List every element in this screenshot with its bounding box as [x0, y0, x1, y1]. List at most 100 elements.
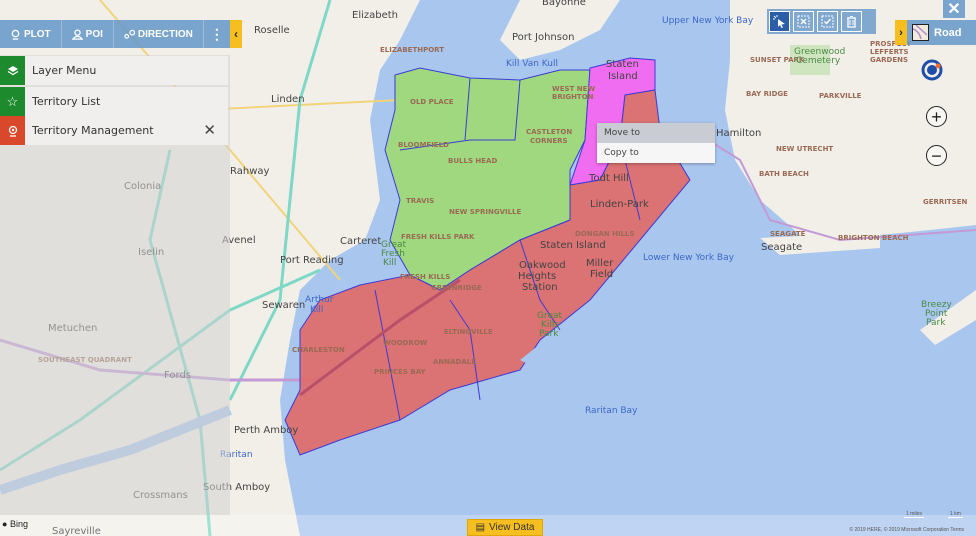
svg-text:FRESH KILLS: FRESH KILLS: [400, 273, 450, 281]
svg-text:ELIZABETHPORT: ELIZABETHPORT: [380, 46, 444, 54]
menu-item-territory-management[interactable]: Territory Management ✕: [0, 116, 228, 145]
svg-text:Port Johnson: Port Johnson: [512, 32, 574, 43]
chevron-right-icon: ›: [899, 26, 903, 39]
close-map-button[interactable]: ✕: [943, 0, 965, 18]
svg-text:Miller: Miller: [586, 258, 614, 269]
svg-text:SEAGATE: SEAGATE: [770, 230, 806, 238]
copyright-text[interactable]: © 2019 HERE, © 2019 Microsoft Corporatio…: [849, 527, 964, 533]
svg-text:BRIGHTON: BRIGHTON: [552, 93, 594, 101]
menu-label: Territory Management: [32, 124, 154, 137]
land-bayonne: [500, 0, 620, 60]
svg-text:Park: Park: [926, 318, 946, 328]
svg-text:PARKVILLE: PARKVILLE: [819, 92, 862, 100]
svg-text:Kill Van Kull: Kill Van Kull: [506, 59, 558, 69]
plot-button[interactable]: PLOT: [0, 20, 62, 48]
locate-globe-icon[interactable]: [921, 57, 945, 81]
scale-miles: 1 miles: [904, 511, 924, 518]
zoom-out-button[interactable]: −: [926, 145, 947, 166]
svg-text:Field: Field: [590, 269, 613, 280]
svg-text:NEW UTRECHT: NEW UTRECHT: [776, 145, 833, 153]
context-menu: Move to Copy to: [597, 123, 715, 163]
svg-text:ELTINGVILLE: ELTINGVILLE: [444, 328, 493, 336]
select-pointer-icon: [773, 15, 785, 28]
top-toolbar: PLOT POI DIRECTION ⋮: [0, 20, 230, 48]
poi-label: POI: [85, 28, 103, 40]
svg-text:FRESH KILLS PARK: FRESH KILLS PARK: [401, 233, 475, 241]
select-pointer-button[interactable]: [769, 11, 790, 32]
delete-button[interactable]: [841, 11, 862, 32]
menu-item-layer-menu[interactable]: Layer Menu: [0, 56, 228, 85]
minus-icon: −: [931, 145, 942, 166]
road-style-label: Road: [934, 26, 962, 39]
svg-text:Kill: Kill: [383, 258, 396, 268]
svg-text:Cemetery: Cemetery: [796, 56, 841, 66]
bing-logo: ● Bing: [2, 519, 28, 529]
svg-text:Arthur: Arthur: [305, 295, 334, 305]
poi-button[interactable]: POI: [62, 20, 114, 48]
svg-text:CHARLESTON: CHARLESTON: [292, 346, 345, 354]
close-icon[interactable]: ✕: [203, 121, 216, 139]
svg-text:Port Reading: Port Reading: [280, 255, 344, 266]
svg-text:GERRITSEN: GERRITSEN: [923, 198, 968, 206]
svg-text:Kill: Kill: [310, 305, 323, 315]
table-icon: ▤: [475, 522, 486, 533]
svg-text:Oakwood: Oakwood: [519, 260, 566, 271]
svg-text:Linden-Park: Linden-Park: [590, 199, 649, 210]
svg-text:PRINCES BAY: PRINCES BAY: [374, 368, 426, 376]
direction-label: DIRECTION: [137, 28, 193, 40]
route-icon: [124, 29, 135, 39]
map-style-control: › Road: [895, 20, 976, 45]
pin-icon: [11, 29, 20, 40]
svg-text:CORNERS: CORNERS: [530, 137, 568, 145]
context-menu-move-to[interactable]: Move to: [597, 123, 715, 143]
context-menu-copy-to[interactable]: Copy to: [597, 143, 715, 163]
road-style-button[interactable]: Road: [907, 20, 976, 45]
svg-text:Linden: Linden: [271, 94, 305, 105]
direction-button[interactable]: DIRECTION: [114, 20, 204, 48]
svg-text:Sewaren: Sewaren: [262, 300, 305, 311]
svg-text:Station: Station: [522, 282, 558, 293]
confirm-selection-button[interactable]: [817, 11, 838, 32]
person-pin-icon: [71, 28, 83, 40]
svg-text:Elizabeth: Elizabeth: [352, 10, 398, 21]
svg-text:Carteret: Carteret: [340, 236, 381, 247]
menu-item-territory-list[interactable]: ☆ Territory List: [0, 87, 228, 116]
clear-selection-button[interactable]: [793, 11, 814, 32]
bing-label: Bing: [9, 519, 28, 529]
expand-map-style-button[interactable]: ›: [895, 20, 907, 45]
svg-text:BRIGHTON BEACH: BRIGHTON BEACH: [838, 234, 909, 242]
svg-text:Lower New York Bay: Lower New York Bay: [643, 253, 735, 263]
svg-text:Park: Park: [539, 329, 559, 339]
svg-text:BULLS HEAD: BULLS HEAD: [448, 157, 497, 165]
collapse-panel-button[interactable]: ‹: [230, 20, 242, 48]
svg-text:Raritan Bay: Raritan Bay: [585, 406, 638, 416]
svg-text:Roselle: Roselle: [254, 25, 290, 36]
menu-label: Territory List: [32, 95, 101, 108]
confirm-selection-icon: [821, 15, 834, 28]
delete-icon: [847, 16, 856, 28]
view-data-button[interactable]: ▤ View Data: [467, 519, 543, 536]
more-options-button[interactable]: ⋮: [204, 26, 230, 43]
svg-text:Rahway: Rahway: [230, 166, 270, 177]
svg-text:Staten Island: Staten Island: [540, 240, 606, 251]
svg-text:ANNADALE: ANNADALE: [433, 358, 476, 366]
svg-text:Perth Amboy: Perth Amboy: [234, 425, 298, 436]
road-map-thumbnail-icon: [912, 24, 929, 41]
svg-text:Bayonne: Bayonne: [542, 0, 586, 8]
svg-text:Todt Hill: Todt Hill: [588, 173, 629, 184]
clear-selection-icon: [797, 15, 810, 28]
svg-text:CASTLETON: CASTLETON: [526, 128, 572, 136]
scale-km: 1 km: [948, 511, 963, 518]
plot-label: PLOT: [24, 28, 51, 40]
zoom-in-button[interactable]: +: [926, 106, 947, 127]
svg-text:DONGAN HILLS: DONGAN HILLS: [575, 230, 635, 238]
svg-text:GREENRIDGE: GREENRIDGE: [431, 284, 482, 292]
svg-text:LEFFERTS: LEFFERTS: [870, 48, 908, 56]
svg-text:OLD PLACE: OLD PLACE: [410, 98, 454, 106]
svg-text:BLOOMFIELD: BLOOMFIELD: [398, 141, 449, 149]
svg-text:GARDENS: GARDENS: [870, 56, 908, 64]
territory-pin-icon: [0, 116, 25, 145]
svg-text:TRAVIS: TRAVIS: [406, 197, 434, 205]
svg-text:WEST NEW: WEST NEW: [552, 85, 595, 93]
menu-label: Layer Menu: [32, 64, 97, 77]
